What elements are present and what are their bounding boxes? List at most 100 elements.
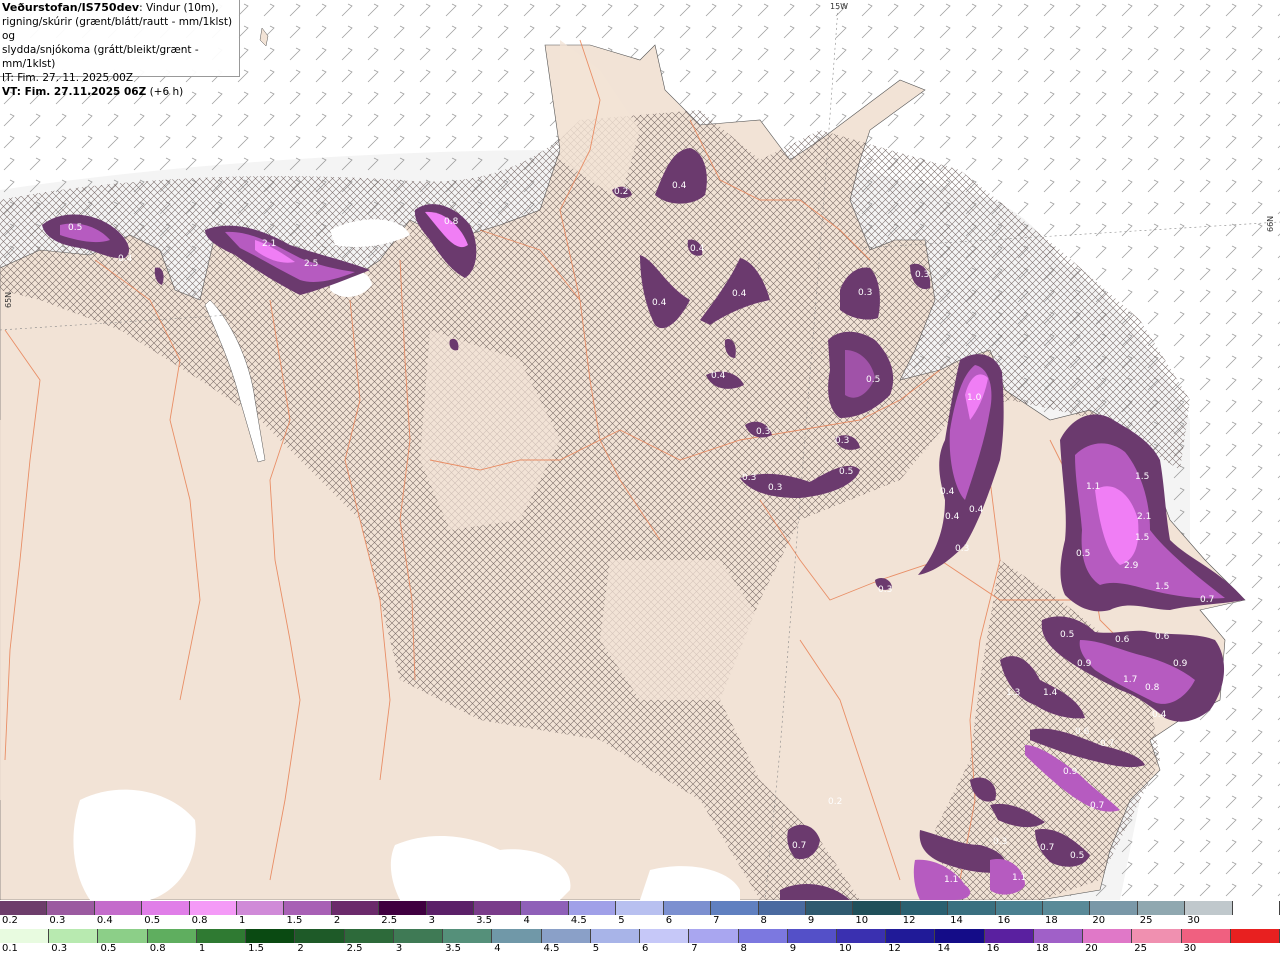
precip-label: 1.5 [1135, 533, 1149, 543]
precip-label: 0.6 [1115, 635, 1130, 645]
precip-label: 0.3 [858, 288, 872, 298]
legend-swatch [805, 901, 854, 915]
legend-swatch [0, 901, 48, 915]
precip-label: 0.7 [1090, 801, 1104, 811]
precip-label: 0.4 [732, 289, 747, 299]
legend-swatch [237, 901, 285, 915]
legend-label: 4.5 [543, 943, 560, 954]
legend-swatch [1083, 929, 1133, 943]
legend-label: 20 [1085, 943, 1098, 954]
precip-label: 1.7 [1123, 675, 1137, 685]
precip-label: 0.4 [1152, 710, 1167, 720]
precip-label: 1.5 [1155, 582, 1169, 592]
legend-label: 12 [888, 943, 901, 954]
map-title-box: Veðurstofan/IS750dev: Vindur (10m), rign… [0, 0, 240, 98]
precip-label: 0.5 [1070, 851, 1084, 861]
legend-label: 0.5 [144, 915, 161, 926]
legend-swatch [1042, 901, 1091, 915]
precip-label: 0.4 [690, 244, 705, 254]
legend-swatch [295, 929, 345, 943]
legend-label: 12 [902, 915, 916, 926]
title-line-3: slydda/snjókoma (grátt/bleikt/grænt - mm… [2, 44, 199, 70]
precip-label: 0.7 [1100, 739, 1114, 749]
precip-label: 0.4 [940, 487, 955, 497]
legend-swatch [47, 901, 95, 915]
legend-label: 20 [1092, 915, 1106, 926]
precip-label: 0.3 [756, 427, 770, 437]
legend-swatch [426, 901, 475, 915]
precip-label: 0.9 [1077, 659, 1092, 669]
legend-swatch [900, 901, 949, 915]
legend-swatch [689, 929, 739, 943]
precip-label: 1.1 [1086, 482, 1100, 492]
legend-swatch [1185, 901, 1233, 915]
legend-label: 16 [997, 915, 1011, 926]
legend-label: 10 [838, 943, 852, 954]
legend-swatch [521, 901, 569, 915]
precip-label: 0.4 [711, 371, 726, 381]
legend-label: 0.4 [96, 915, 113, 926]
legend-label: 0.8 [149, 943, 166, 954]
legend-label: 14 [950, 915, 963, 926]
precip-label: 2.1 [262, 239, 276, 249]
legend-label: 4 [494, 943, 501, 954]
precip-label: 0.3 [768, 483, 782, 493]
legend-label: 0.3 [49, 915, 66, 926]
legend-label: 25 [1139, 915, 1153, 926]
precip-label: 0.4 [969, 505, 984, 515]
legend-label: 9 [789, 943, 797, 954]
legend-label: 3.5 [476, 915, 492, 926]
legend-label: 0.1 [2, 943, 18, 954]
precip-label: 1.1 [944, 875, 958, 885]
legend-label: 5 [592, 943, 600, 954]
legend-label: 9 [807, 915, 815, 926]
precip-label: 2.5 [304, 259, 318, 269]
legend-swatch [1132, 929, 1182, 943]
precip-label: 0.6 [1155, 632, 1170, 642]
legend-swatch [1033, 929, 1084, 943]
legend-label: 0.5 [100, 943, 117, 954]
precip-label: 1.4 [1043, 688, 1058, 698]
legend-swatch [443, 929, 493, 943]
precip-label: 0.7 [792, 841, 806, 851]
legend-swatch [590, 929, 641, 943]
valid-time: VT: Fim. 27.11.2025 06Z (+6 h) [2, 85, 239, 99]
legend-swatch [98, 929, 148, 943]
legend-label: 25 [1134, 943, 1148, 954]
legend-label: 6 [665, 915, 673, 926]
legend-swatch [738, 929, 788, 943]
legend-swatch [344, 929, 394, 943]
precip-label: 0.7 [1200, 595, 1214, 605]
legend-label: 2.5 [381, 915, 398, 926]
legend-swatch [984, 929, 1034, 943]
precip-label: 1.5 [1135, 472, 1149, 482]
legend-swatch [0, 929, 50, 943]
legend-label: 18 [1035, 943, 1049, 954]
legend-swatch [836, 929, 887, 943]
precip-label: 0.4 [118, 254, 133, 264]
precip-label: 0.4 [672, 181, 687, 191]
legend-swatch [568, 901, 617, 915]
precip-label: 0.3 [993, 837, 1007, 847]
legend-swatch [616, 901, 664, 915]
legend-label: 4.5 [570, 915, 587, 926]
precip-label: 1.3 [1006, 688, 1020, 698]
legend-label: 30 [1187, 915, 1200, 926]
title-line-1-rest: : Vindur (10m), [139, 2, 219, 14]
legend-label: 10 [855, 915, 869, 926]
precip-label: 0.9 [1173, 659, 1188, 669]
latitude-label-right: 66N [1266, 215, 1275, 232]
legend-label: 7 [713, 915, 720, 926]
legend-swatch [1181, 929, 1231, 943]
legend-label: 3 [395, 943, 403, 954]
legend-swatch [196, 929, 247, 943]
legend-swatch [995, 901, 1043, 915]
precip-label: 0.3 [915, 270, 929, 280]
legend-swatch [474, 901, 522, 915]
legend-swatch [640, 929, 690, 943]
init-time: IT: Fim. 27. 11. 2025 00Z [2, 72, 134, 84]
precip-label: 0.8 [444, 217, 459, 227]
title-line-1: Veðurstofan/IS750dev: Vindur (10m), [2, 1, 239, 15]
legend-swatch [492, 929, 542, 943]
precip-label: 0.5 [1060, 630, 1074, 640]
